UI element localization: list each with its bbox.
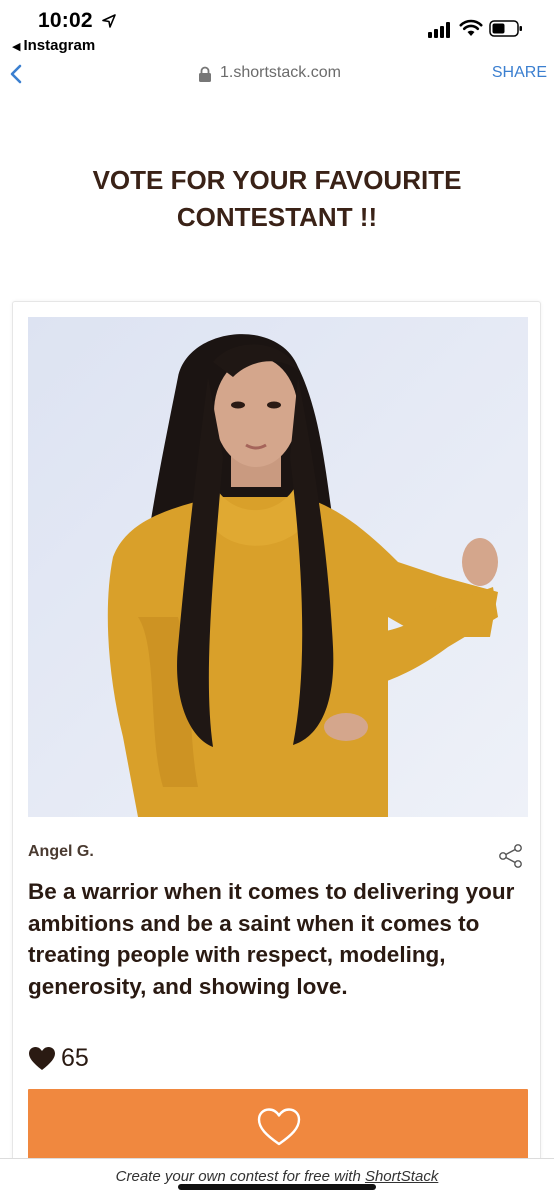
footer-promo: Create your own contest for free with Sh… (0, 1168, 554, 1185)
heart-filled-icon (29, 1047, 55, 1070)
page-title-line1: VOTE FOR YOUR FAVOURITE (92, 165, 462, 195)
contestant-photo[interactable] (28, 317, 528, 817)
page-title: VOTE FOR YOUR FAVOURITE CONTESTANT !! (40, 162, 514, 236)
back-triangle-icon: ◀ (12, 41, 21, 53)
lock-icon (199, 66, 211, 82)
status-bar: 10:02 ◀ Instagram (0, 0, 554, 54)
share-button[interactable]: SHARE (492, 64, 547, 82)
back-app-label: Instagram (23, 37, 96, 54)
wifi-icon (459, 19, 483, 36)
heart-outline-icon (257, 1108, 301, 1146)
battery-icon (489, 20, 522, 37)
contestant-name: Angel G. (28, 843, 94, 860)
page-title-line2: CONTESTANT !! (176, 202, 378, 232)
share-icon[interactable] (498, 843, 524, 869)
browser-url-bar: 1.shortstack.com SHARE (0, 55, 554, 95)
footer-promo-text: Create your own contest for free with (115, 1168, 365, 1185)
chevron-left-icon[interactable] (8, 63, 26, 85)
contestant-card: Angel G. Be a warrior when it comes to d… (12, 301, 541, 1200)
url-address[interactable]: 1.shortstack.com (220, 64, 341, 82)
location-arrow-icon (102, 14, 116, 28)
home-indicator[interactable] (178, 1184, 376, 1190)
footer-bar: Create your own contest for free with Sh… (0, 1158, 554, 1200)
vote-count: 65 (61, 1044, 89, 1072)
back-to-app-link[interactable]: ◀ Instagram (12, 37, 95, 54)
vote-button[interactable] (28, 1089, 528, 1169)
contestant-photo-illustration (28, 317, 528, 817)
shortstack-link[interactable]: ShortStack (365, 1168, 438, 1185)
contestant-quote: Be a warrior when it comes to delivering… (28, 879, 515, 999)
cellular-signal-icon (428, 22, 454, 38)
status-time: 10:02 (38, 9, 93, 32)
